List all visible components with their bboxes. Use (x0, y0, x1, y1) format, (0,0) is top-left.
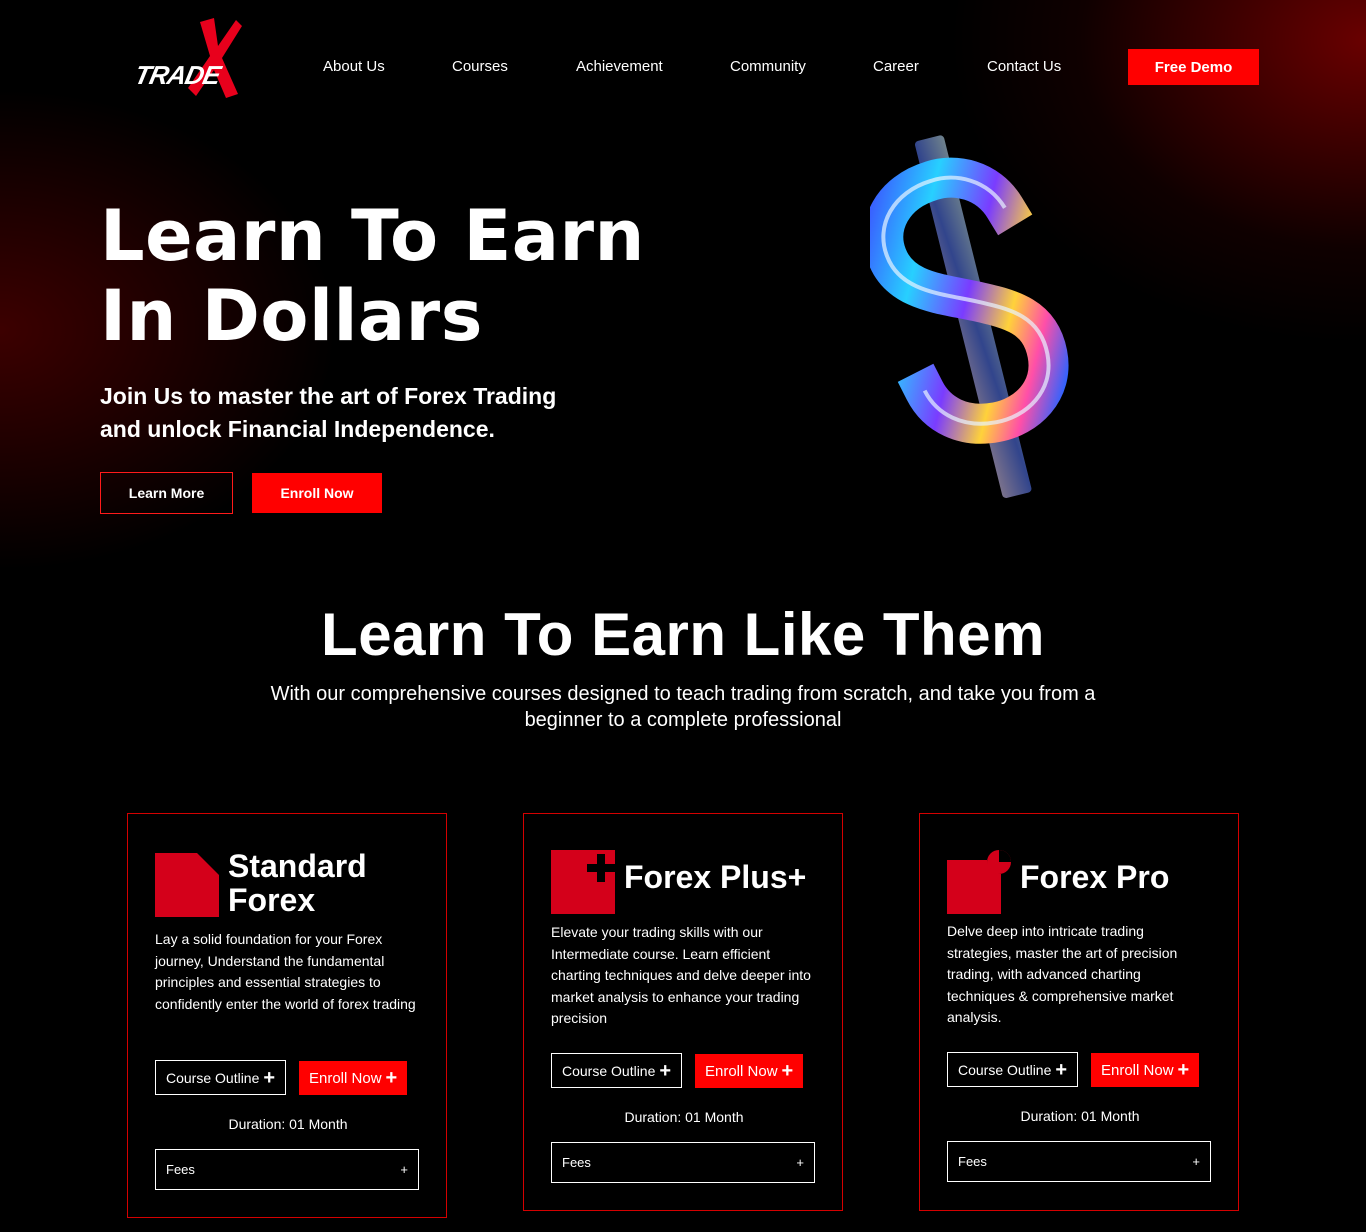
nav-about-us[interactable]: About Us (323, 58, 385, 75)
section-description: With our comprehensive courses designed … (270, 683, 1096, 731)
fees-label: Fees (562, 1155, 591, 1170)
fees-accordion[interactable]: Fees + (155, 1149, 419, 1190)
course-duration: Duration: 01 Month (1020, 1108, 1140, 1124)
forex-plus-icon (551, 850, 615, 914)
fees-accordion[interactable]: Fees + (551, 1142, 815, 1183)
course-outline-button[interactable]: Course Outline + (551, 1053, 683, 1088)
hero-enroll-now-button[interactable]: Enroll Now (252, 473, 382, 513)
nav-achievement[interactable]: Achievement (576, 58, 663, 75)
free-demo-button[interactable]: Free Demo (1128, 49, 1259, 85)
logo-text: TRADE (131, 60, 223, 90)
nav-courses[interactable]: Courses (452, 58, 508, 75)
learn-more-button[interactable]: Learn More (100, 472, 233, 514)
logo[interactable]: TRADE (130, 16, 250, 100)
card-title: Standard Forex (228, 849, 367, 917)
card-title: Forex Pro (1020, 859, 1170, 895)
hero-subtitle-line2: and unlock Financial Independence. (100, 416, 495, 442)
course-card-standard-forex: Standard Forex Lay a solid foundation fo… (127, 813, 447, 1218)
forex-pro-icon (947, 850, 1011, 914)
fees-label: Fees (166, 1162, 195, 1177)
enroll-label: Enroll Now (1101, 1061, 1174, 1079)
plus-icon: + (781, 1060, 794, 1082)
card-enroll-now-button[interactable]: Enroll Now + (695, 1054, 804, 1088)
course-outline-label: Course Outline (166, 1069, 260, 1086)
fees-label: Fees (958, 1154, 987, 1169)
card-title: Forex Plus+ (624, 859, 807, 895)
hero-title-line1: Learn To Earn (100, 195, 645, 277)
course-outline-label: Course Outline (958, 1061, 1052, 1078)
fees-plus-icon: + (400, 1162, 408, 1177)
plus-icon: + (1055, 1058, 1068, 1081)
enroll-label: Enroll Now (309, 1069, 382, 1087)
card-enroll-now-button[interactable]: Enroll Now + (1091, 1053, 1200, 1087)
course-duration: Duration: 01 Month (624, 1109, 744, 1125)
hero-subtitle: Join Us to master the art of Forex Tradi… (100, 380, 660, 446)
hero-subtitle-line1: Join Us to master the art of Forex Tradi… (100, 383, 557, 409)
plus-icon: + (1177, 1059, 1190, 1081)
plus-icon: + (385, 1067, 398, 1089)
hero-title: Learn To Earn In Dollars (100, 196, 645, 356)
nav-community[interactable]: Community (730, 58, 806, 75)
course-outline-button[interactable]: Course Outline + (947, 1052, 1079, 1087)
card-description: Lay a solid foundation for your Forex jo… (155, 931, 416, 1012)
plus-icon: + (263, 1066, 276, 1089)
course-duration: Duration: 01 Month (228, 1116, 348, 1132)
nav-career[interactable]: Career (873, 58, 919, 75)
card-description: Delve deep into intricate trading strate… (947, 923, 1178, 1026)
course-card-forex-pro: Forex Pro Delve deep into intricate trad… (919, 813, 1239, 1211)
enroll-label: Enroll Now (705, 1062, 778, 1080)
section-title: Learn To Earn Like Them (321, 601, 1045, 668)
card-title-line2: Forex (228, 882, 316, 918)
hero-title-line2: In Dollars (100, 275, 483, 357)
card-description: Elevate your trading skills with our Int… (551, 924, 811, 1027)
nav-contact-us[interactable]: Contact Us (987, 58, 1061, 75)
glass-dollar-icon (870, 135, 1069, 499)
course-outline-label: Course Outline (562, 1062, 656, 1079)
fees-plus-icon: + (1192, 1154, 1200, 1169)
course-card-forex-plus: Forex Plus+ Elevate your trading skills … (523, 813, 843, 1211)
fees-accordion[interactable]: Fees + (947, 1141, 1211, 1182)
fees-plus-icon: + (796, 1155, 804, 1170)
card-enroll-now-button[interactable]: Enroll Now + (299, 1061, 408, 1095)
plus-icon: + (659, 1059, 672, 1082)
standard-forex-icon (155, 853, 219, 917)
card-title-line1: Standard (228, 848, 367, 884)
course-outline-button[interactable]: Course Outline + (155, 1060, 287, 1095)
